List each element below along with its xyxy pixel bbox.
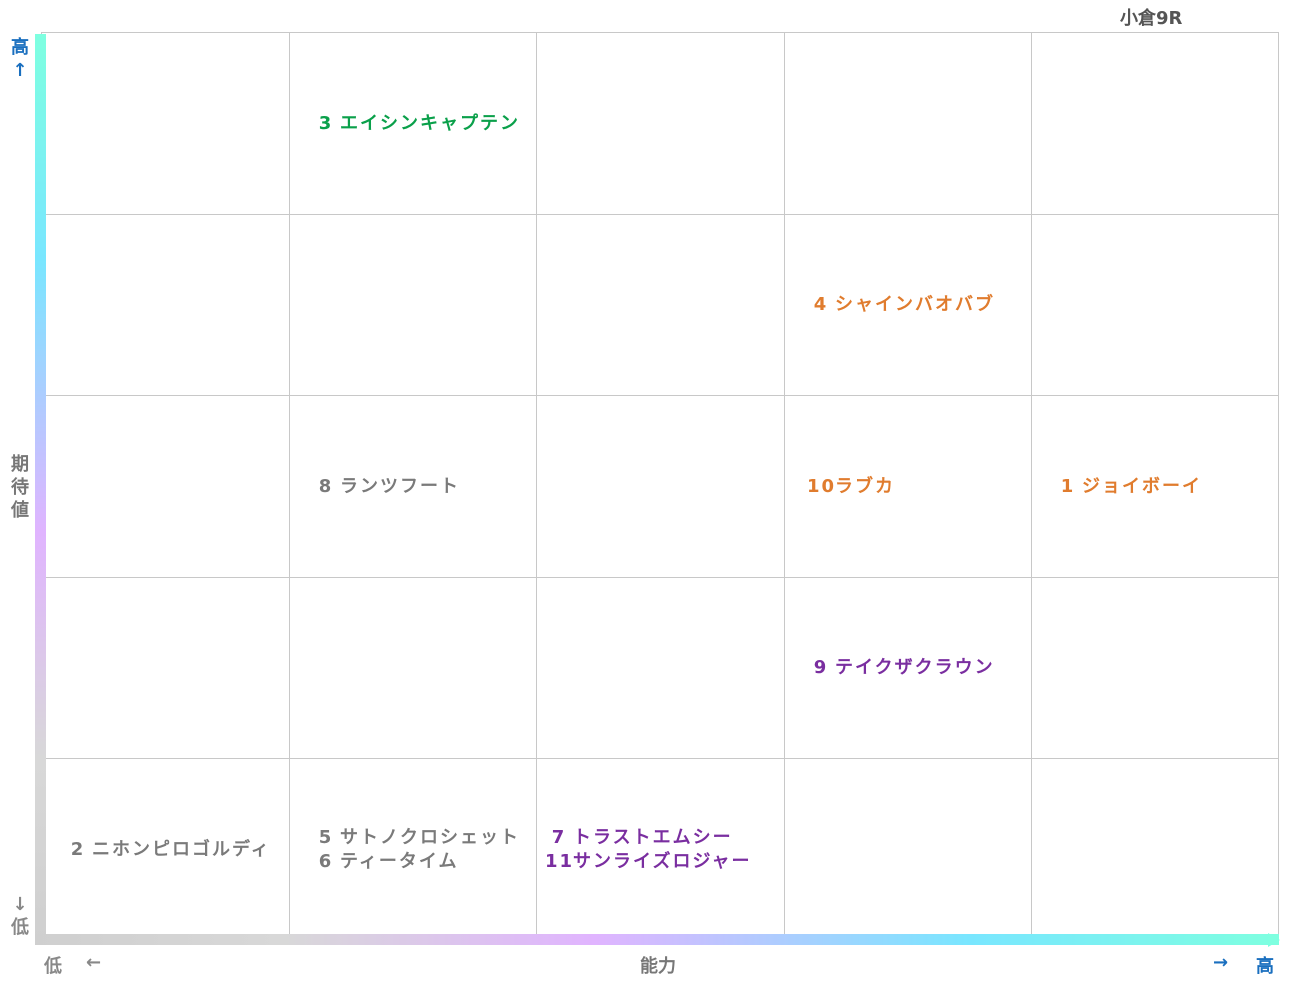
cell-r2c5 <box>1031 215 1279 396</box>
horse-number: 5 <box>318 826 334 848</box>
chart-title: 小倉9R <box>1120 8 1183 29</box>
horse-name: サトノクロシェット <box>340 826 520 848</box>
x-axis-high-label: 高 <box>1256 956 1274 977</box>
cell-r2c1 <box>41 215 289 396</box>
down-arrow-icon: ↓ <box>12 894 28 915</box>
horse-entry: 9 テイクザクラウン <box>807 656 1031 680</box>
cell-r4c5 <box>1031 578 1279 759</box>
cell-r2c4: 4 シャインバオバブ <box>784 215 1031 396</box>
horse-name: トラストエムシー <box>573 826 733 848</box>
horse-name: ニホンピロゴルディ <box>92 838 271 860</box>
y-axis-title: 期待値 <box>10 453 30 522</box>
horse-name: シャインバオバブ <box>835 294 995 315</box>
cell-r5c2: 5 サトノクロシェット 6 ティータイム <box>289 759 536 941</box>
y-high-text: 高 <box>11 37 29 58</box>
y-axis-high-label: 高 ↑ <box>10 36 30 82</box>
horse-number: 2 <box>70 838 86 860</box>
cell-r3c5: 1 ジョイボーイ <box>1031 396 1279 578</box>
right-arrow-icon: → <box>1213 952 1229 973</box>
y-axis-low-label: ↓ 低 <box>10 893 30 939</box>
cell-r4c4: 9 テイクザクラウン <box>784 578 1031 759</box>
cell-r1c3 <box>536 33 784 215</box>
y-axis-bar <box>35 34 46 940</box>
horse-number: 7 <box>551 826 567 848</box>
horse-name: ラブカ <box>835 475 895 497</box>
horse-entry: 7 トラストエムシー <box>545 826 784 850</box>
cell-r4c3 <box>536 578 784 759</box>
cell-r5c1: 2 ニホンピロゴルディ <box>41 759 289 941</box>
cell-r5c5 <box>1031 759 1279 941</box>
y-axis-label: 期待値 <box>11 454 29 521</box>
horse-entry: 2 ニホンピロゴルディ <box>64 838 289 862</box>
matrix-grid: 3 エイシンキャプテン 4 シャインバオバブ 8 ランツフート 10 ラブカ 1… <box>41 32 1279 941</box>
horse-number: 1 <box>1060 475 1076 497</box>
cell-r1c4 <box>784 33 1031 215</box>
horse-name: ランツフート <box>340 475 460 497</box>
horse-entry: 5 サトノクロシェット <box>312 826 536 850</box>
horse-number: 8 <box>318 475 334 497</box>
horse-entry: 1 ジョイボーイ <box>1054 475 1279 499</box>
horse-entry: 10 ラブカ <box>807 475 1031 499</box>
cell-r3c3 <box>536 396 784 578</box>
horse-name: エイシンキャプテン <box>340 112 520 134</box>
horse-name: ジョイボーイ <box>1082 475 1202 497</box>
horse-entry: 6 ティータイム <box>312 850 536 874</box>
horse-number: 6 <box>318 850 334 872</box>
left-arrow-icon: ← <box>86 952 102 973</box>
cell-r3c2: 8 ランツフート <box>289 396 536 578</box>
x-axis-label: 能力 <box>640 956 676 977</box>
cell-r3c1 <box>41 396 289 578</box>
cell-r5c4 <box>784 759 1031 941</box>
horse-name: ティータイム <box>340 850 459 872</box>
cell-r5c3: 7 トラストエムシー 11 サンライズロジャー <box>536 759 784 941</box>
horse-number: 4 <box>813 294 829 315</box>
horse-number: 3 <box>318 112 334 134</box>
cell-r3c4: 10 ラブカ <box>784 396 1031 578</box>
horse-number: 11 <box>545 850 575 872</box>
cell-r1c1 <box>41 33 289 215</box>
cell-r4c1 <box>41 578 289 759</box>
horse-entry: 3 エイシンキャプテン <box>312 112 536 136</box>
horse-number: 9 <box>813 657 829 678</box>
y-low-text: 低 <box>11 917 29 938</box>
x-axis-bar <box>35 934 1279 945</box>
horse-name: サンライズロジャー <box>573 850 752 872</box>
horse-entry: 8 ランツフート <box>312 475 536 499</box>
up-arrow-icon: ↑ <box>12 60 28 81</box>
cell-r2c2 <box>289 215 536 396</box>
horse-number: 10 <box>807 475 837 497</box>
cell-r2c3 <box>536 215 784 396</box>
x-axis-low-label: 低 <box>44 956 62 977</box>
horse-name: テイクザクラウン <box>835 657 995 678</box>
cell-r4c2 <box>289 578 536 759</box>
cell-r1c2: 3 エイシンキャプテン <box>289 33 536 215</box>
x-axis-arrowhead <box>1268 933 1280 947</box>
cell-r1c5 <box>1031 33 1279 215</box>
horse-entry: 4 シャインバオバブ <box>807 293 1031 317</box>
horse-entry: 11 サンライズロジャー <box>545 850 784 874</box>
